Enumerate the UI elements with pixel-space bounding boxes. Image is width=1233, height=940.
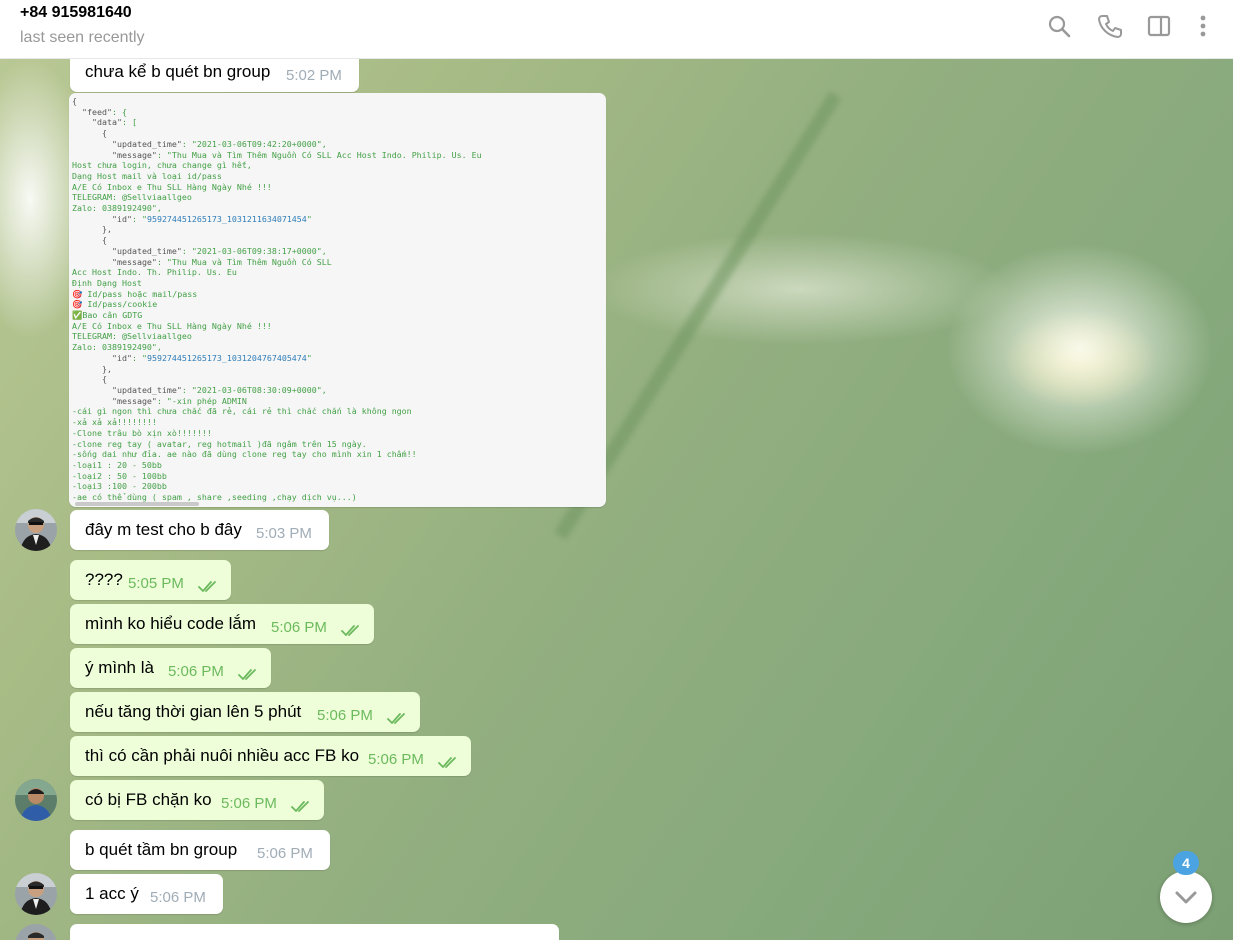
avatar[interactable]: [15, 779, 57, 821]
message-text: thì có cần phải nuôi nhiều acc FB ko: [85, 746, 360, 765]
read-check-icon: [438, 757, 456, 768]
message-time: 5:03 PM: [256, 525, 312, 542]
message-text: đây m test cho b đây: [85, 520, 242, 539]
message-bubble[interactable]: thì có cần phải nuôi nhiều acc FB ko 5:0…: [70, 736, 471, 776]
message-time: 5:05 PM: [128, 575, 184, 592]
avatar[interactable]: [15, 509, 57, 551]
unread-count-badge: 4: [1173, 851, 1199, 875]
message-bubble[interactable]: ???? 5:05 PM: [70, 560, 231, 600]
message-time: 5:06 PM: [150, 889, 206, 906]
phone-icon[interactable]: [1097, 13, 1123, 39]
chat-area[interactable]: chưa kể b quét bn group 5:02 PM { "feed"…: [0, 59, 1233, 940]
message-bubble-partial[interactable]: [70, 924, 559, 940]
message-bubble[interactable]: mình ko hiểu code lắm 5:06 PM: [70, 604, 374, 644]
message-text: mình ko hiểu code lắm: [85, 614, 257, 633]
read-check-icon: [341, 625, 359, 636]
read-check-icon: [387, 713, 405, 724]
message-text: ????: [85, 570, 123, 589]
message-text: 1 acc ý: [85, 884, 139, 903]
message-time: 5:06 PM: [257, 845, 313, 862]
message-time: 5:06 PM: [317, 707, 373, 724]
message-text: ý mình là: [85, 658, 154, 677]
peer-status: last seen recently: [20, 29, 145, 46]
message-bubble[interactable]: ý mình là 5:06 PM: [70, 648, 271, 688]
scroll-down-button[interactable]: [1160, 871, 1212, 923]
message-text: nếu tăng thời gian lên 5 phút: [85, 702, 302, 721]
message-text: có bị FB chặn ko: [85, 790, 212, 809]
message-time: 5:06 PM: [168, 663, 224, 680]
message-bubble[interactable]: 1 acc ý 5:06 PM: [70, 874, 223, 914]
message-bubble[interactable]: chưa kể b quét bn group 5:02 PM: [70, 59, 359, 92]
image-scrollbar: [75, 502, 199, 506]
message-text: b quét tầm bn group: [85, 840, 238, 859]
chat-header: +84 915981640 last seen recently: [0, 0, 1233, 59]
message-bubble[interactable]: đây m test cho b đây 5:03 PM: [70, 510, 329, 550]
avatar[interactable]: [15, 924, 57, 940]
sidebar-toggle-icon[interactable]: [1146, 13, 1172, 39]
peer-name[interactable]: +84 915981640: [20, 4, 132, 22]
message-bubble[interactable]: có bị FB chặn ko 5:06 PM: [70, 780, 324, 820]
code-screenshot-image[interactable]: { "feed": { "data": [ { "updated_time": …: [69, 93, 606, 507]
message-time: 5:06 PM: [271, 619, 327, 636]
read-check-icon: [198, 581, 216, 592]
chevron-down-icon: [1175, 891, 1197, 904]
read-check-icon: [291, 801, 309, 812]
message-text: chưa kể b quét bn group: [85, 62, 271, 81]
avatar[interactable]: [15, 873, 57, 915]
message-time: 5:06 PM: [221, 795, 277, 812]
message-time: 5:02 PM: [286, 67, 342, 84]
message-time: 5:06 PM: [368, 751, 424, 768]
message-bubble[interactable]: nếu tăng thời gian lên 5 phút 5:06 PM: [70, 692, 420, 732]
message-bubble[interactable]: b quét tầm bn group 5:06 PM: [70, 830, 330, 870]
more-menu-icon[interactable]: [1190, 13, 1216, 39]
code-text: { "feed": { "data": [ { "updated_time": …: [72, 96, 482, 503]
read-check-icon: [238, 669, 256, 680]
search-icon[interactable]: [1046, 13, 1072, 39]
